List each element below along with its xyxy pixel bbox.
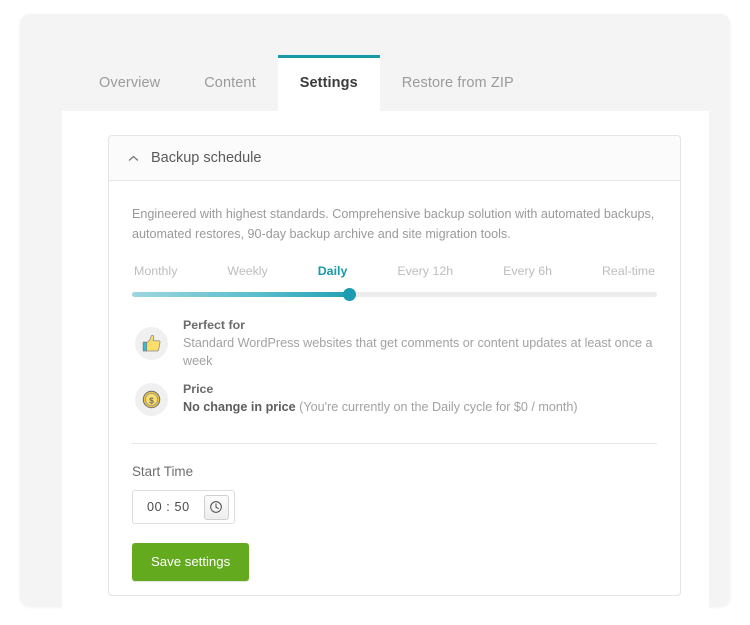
- tab-content[interactable]: Content: [182, 55, 278, 111]
- start-time-label: Start Time: [132, 464, 194, 480]
- backup-schedule-body: Engineered with highest standards. Compr…: [109, 181, 680, 582]
- slider-handle[interactable]: [343, 288, 357, 302]
- save-settings-button[interactable]: Save settings: [132, 543, 250, 582]
- info-row-price: $ Price No change in price (You're curre…: [132, 376, 657, 422]
- slider-option-every-6h[interactable]: Every 6h: [503, 264, 552, 278]
- info-row-perfect-for: Perfect for Standard WordPress websites …: [132, 317, 657, 370]
- backup-frequency-slider[interactable]: Monthly Weekly Daily Every 12h Every 6h …: [132, 264, 657, 302]
- backup-schedule-title: Backup schedule: [151, 150, 262, 166]
- slider-fill: [132, 292, 350, 298]
- svg-text:$: $: [149, 395, 154, 405]
- info-title: Price: [183, 382, 214, 397]
- tab-overview[interactable]: Overview: [77, 55, 182, 111]
- slider-option-every-12h[interactable]: Every 12h: [397, 264, 453, 278]
- slider-option-weekly[interactable]: Weekly: [227, 264, 267, 278]
- info-text-perfect-for: Perfect for Standard WordPress websites …: [183, 317, 657, 370]
- start-time-section: Start Time 00 : 50 Save settings: [132, 444, 657, 582]
- backup-schedule-panel: Backup schedule Engineered with highest …: [108, 135, 681, 596]
- clock-picker-button[interactable]: [203, 494, 229, 520]
- chevron-up-icon[interactable]: [127, 152, 140, 165]
- info-text-price: Price No change in price (You're current…: [183, 381, 578, 417]
- slider-track-area[interactable]: [132, 288, 657, 302]
- slider-tick-labels: Monthly Weekly Daily Every 12h Every 6h …: [132, 264, 657, 278]
- info-description: Standard WordPress websites that get com…: [183, 336, 653, 368]
- start-time-input-group[interactable]: 00 : 50: [132, 490, 235, 525]
- panel-description: Engineered with highest standards. Compr…: [132, 207, 655, 241]
- tab-label: Settings: [299, 75, 358, 91]
- tab-label: Overview: [99, 75, 161, 91]
- thumbs-up-icon: [135, 327, 168, 361]
- slider-option-real-time[interactable]: Real-time: [602, 264, 655, 278]
- tab-bar: Overview Content Settings Restore from Z…: [77, 55, 536, 111]
- backup-schedule-header[interactable]: Backup schedule: [109, 136, 680, 181]
- page-card: Overview Content Settings Restore from Z…: [20, 14, 730, 618]
- tab-restore-from-zip[interactable]: Restore from ZIP: [380, 55, 536, 111]
- info-description: No change in price (You're currently on …: [183, 399, 578, 417]
- price-change-value: No change in price: [183, 400, 296, 415]
- tab-label: Content: [204, 75, 256, 91]
- slider-option-daily[interactable]: Daily: [318, 264, 348, 278]
- start-time-input[interactable]: 00 : 50: [133, 500, 204, 514]
- tab-label: Restore from ZIP: [401, 75, 514, 91]
- tab-settings[interactable]: Settings: [277, 55, 380, 111]
- slider-option-monthly[interactable]: Monthly: [134, 264, 177, 278]
- info-title: Perfect for: [183, 318, 245, 333]
- settings-tab-panel: Backup schedule Engineered with highest …: [62, 111, 709, 618]
- clock-icon: [209, 500, 223, 514]
- coin-dollar-icon: $: [135, 382, 168, 416]
- price-note: (You're currently on the Daily cycle for…: [299, 400, 578, 415]
